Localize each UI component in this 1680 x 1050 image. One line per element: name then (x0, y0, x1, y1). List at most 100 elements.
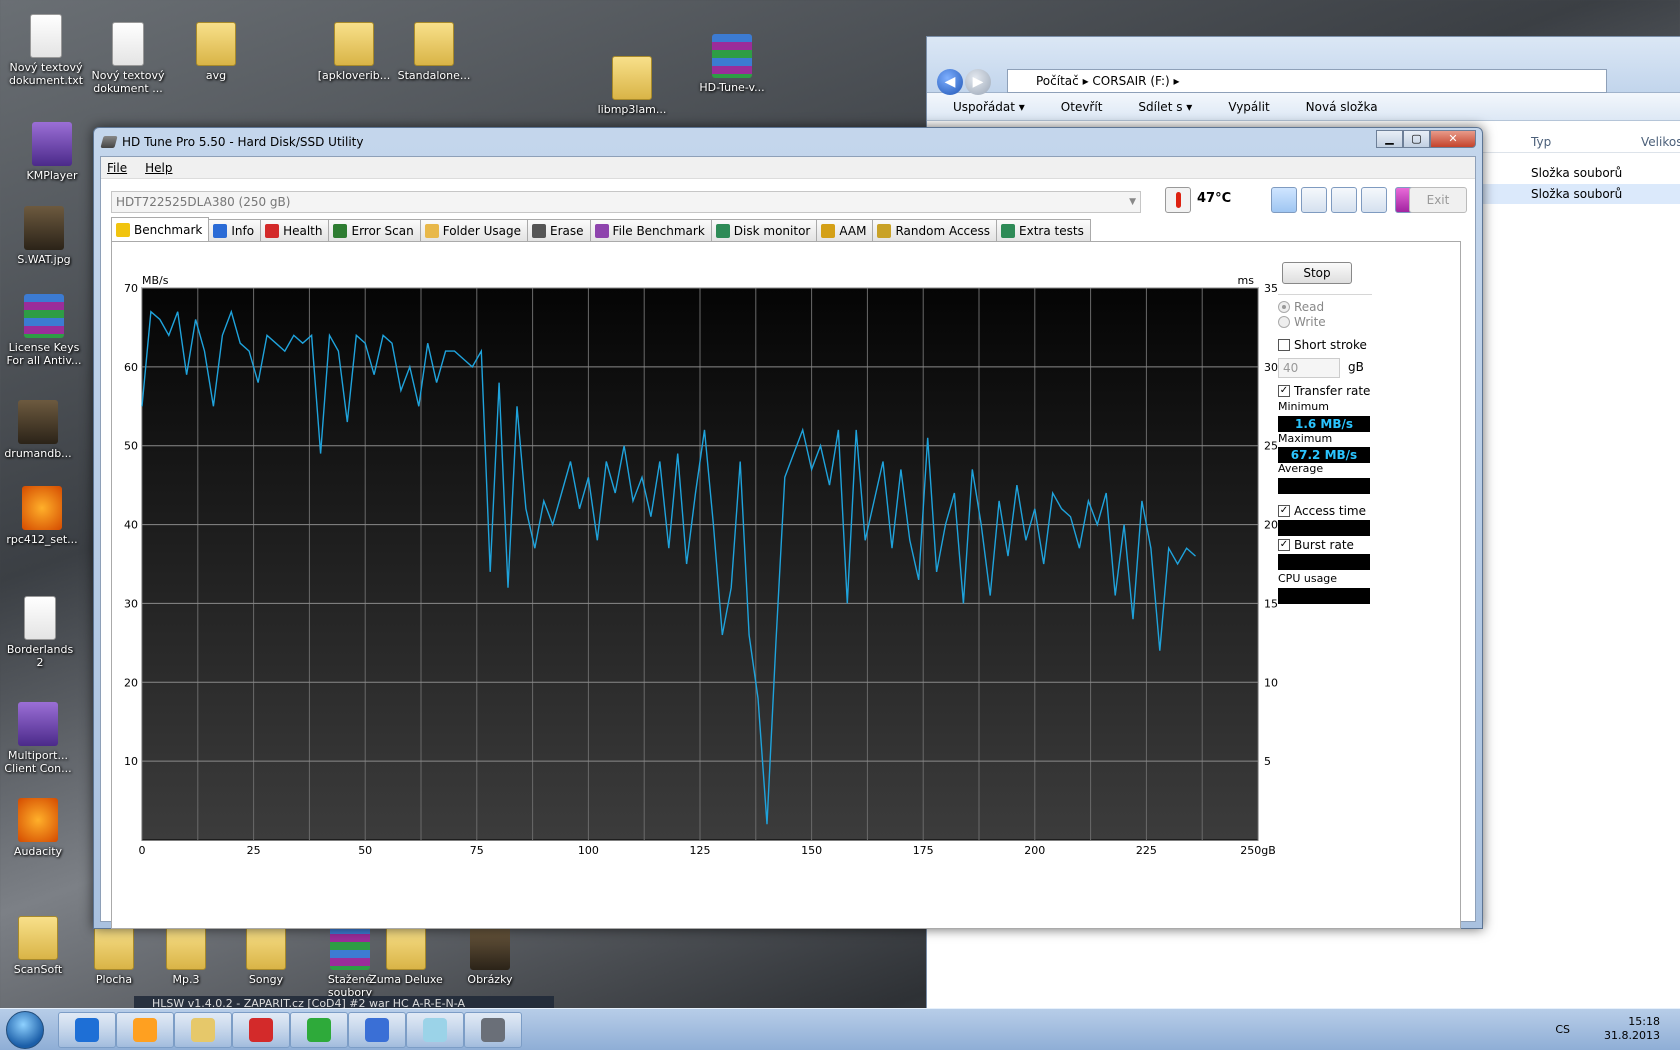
write-label: Write (1294, 315, 1326, 329)
taskbar-media-button[interactable] (116, 1012, 174, 1048)
tab-random-access[interactable]: Random Access (872, 219, 998, 241)
desktop-icon[interactable]: drumandb... (0, 400, 76, 460)
burst-rate-option[interactable]: ✓ Burst rate (1278, 538, 1354, 552)
stop-button[interactable]: Stop (1282, 262, 1352, 284)
y-axis-label: MB/s (142, 274, 169, 287)
address-computer[interactable]: Počítač (1036, 74, 1079, 88)
minimum-label: Minimum (1278, 400, 1329, 413)
maximize-button[interactable]: ▢ (1403, 130, 1430, 148)
tab-erase[interactable]: Erase (527, 219, 591, 241)
open-button[interactable]: Otevřít (1061, 100, 1103, 114)
short-stroke-checkbox[interactable] (1278, 339, 1290, 351)
system-clock[interactable]: 15:18 31.8.2013 (1604, 1015, 1660, 1043)
title-bar[interactable]: HD Tune Pro 5.50 - Hard Disk/SSD Utility… (94, 128, 1482, 156)
stroke-size-input[interactable]: 40 (1278, 358, 1340, 378)
organize-button[interactable]: Uspořádat ▾ (953, 100, 1025, 114)
tab-aam[interactable]: AAM (816, 219, 874, 241)
column-type[interactable]: Typ (1531, 135, 1551, 149)
short-stroke-option[interactable]: Short stroke (1278, 338, 1367, 352)
taskbar-notes-button[interactable] (406, 1012, 464, 1048)
tab-folder-usage[interactable]: Folder Usage (419, 219, 529, 241)
radio-write[interactable] (1278, 316, 1290, 328)
x-tick-label: 25 (247, 844, 261, 857)
close-button[interactable]: ✕ (1430, 130, 1476, 148)
menu-file[interactable]: File (107, 157, 127, 178)
desktop-icon[interactable]: HD-Tune-v... (694, 34, 770, 94)
temperature-value: 47°C (1197, 191, 1232, 206)
desktop-icon[interactable]: Obrázky (452, 926, 528, 986)
column-size[interactable]: Velikost (1641, 135, 1680, 149)
camera-icon[interactable] (1331, 187, 1357, 213)
burn-button[interactable]: Vypálit (1228, 100, 1269, 114)
tab-label: Disk monitor (733, 223, 811, 238)
tab-health[interactable]: Health (260, 219, 330, 241)
radio-read[interactable] (1278, 301, 1290, 313)
tab-disk-monitor[interactable]: Disk monitor (710, 219, 818, 241)
taskbar-chrome-button[interactable] (290, 1012, 348, 1048)
taskbar-explorer-button[interactable] (174, 1012, 232, 1048)
desktop-icon[interactable]: Nový textový dokument.txt (8, 14, 84, 87)
folder-icon (414, 22, 454, 66)
tab-error-scan[interactable]: Error Scan (328, 219, 421, 241)
address-drive[interactable]: CORSAIR (F:) (1092, 74, 1169, 88)
desktop-icon[interactable]: Songy (228, 926, 304, 986)
tab-info[interactable]: Info (208, 219, 262, 241)
taskbar-ie-button[interactable] (58, 1012, 116, 1048)
desktop-icon[interactable]: Nový textový dokument ... (90, 22, 166, 95)
desktop-icon-label: drumandb... (4, 447, 72, 460)
y-right-tick-label: 10 (1264, 676, 1278, 689)
y-right-tick-label: 15 (1264, 597, 1278, 610)
start-button[interactable] (6, 1011, 44, 1049)
address-bar[interactable]: Počítač ▸ CORSAIR (F:) ▸ (1007, 69, 1607, 93)
forward-arrow-icon[interactable]: ▶ (965, 69, 991, 95)
exit-button[interactable]: Exit (1409, 187, 1467, 213)
hdtune-window[interactable]: HD Tune Pro 5.50 - Hard Disk/SSD Utility… (93, 127, 1483, 929)
desktop-icon[interactable]: Standalone... (396, 22, 472, 82)
device-select[interactable]: HDT722525DLA380 (250 gB) ▼ (111, 191, 1141, 213)
tab-extra-tests[interactable]: Extra tests (996, 219, 1091, 241)
notes-icon (423, 1018, 447, 1042)
x-tick-label: 175 (913, 844, 934, 857)
taskbar-hdtune-button[interactable] (464, 1012, 522, 1048)
tab-benchmark[interactable]: Benchmark (111, 217, 210, 241)
minimize-button[interactable]: ▁ (1376, 130, 1403, 148)
burst-rate-checkbox[interactable]: ✓ (1278, 539, 1290, 551)
desktop-icon[interactable]: KMPlayer (14, 122, 90, 182)
write-option[interactable]: Write (1278, 315, 1326, 329)
transfer-rate-checkbox[interactable]: ✓ (1278, 385, 1290, 397)
y-right-tick-label: 20 (1264, 519, 1278, 532)
hlsw-icon (249, 1018, 273, 1042)
back-arrow-icon[interactable]: ◀ (937, 69, 963, 95)
desktop-icon[interactable]: ScanSoft (0, 916, 76, 976)
desktop-icon[interactable]: rpc412_set... (4, 486, 80, 546)
desktop-icon[interactable]: Multiport... Client Con... (0, 702, 76, 775)
desktop-icon[interactable]: Plocha (76, 926, 152, 986)
desktop-icon[interactable]: Zuma Deluxe (368, 926, 444, 986)
short-stroke-label: Short stroke (1294, 338, 1367, 352)
desktop-icon[interactable]: avg (178, 22, 254, 82)
desktop-icon[interactable]: Borderlands 2 (2, 596, 78, 669)
taskbar-hlsw-button[interactable] (232, 1012, 290, 1048)
menu-help[interactable]: Help (145, 157, 172, 178)
access-time-option[interactable]: ✓ Access time (1278, 504, 1366, 518)
language-indicator[interactable]: CS (1555, 1023, 1570, 1036)
desktop-icon[interactable]: libmp3lam... (594, 56, 670, 116)
desktop-icon[interactable]: Audacity (0, 798, 76, 858)
access-time-checkbox[interactable]: ✓ (1278, 505, 1290, 517)
tab-icon (424, 223, 439, 238)
folder-icon (246, 926, 286, 970)
desktop-icon[interactable]: Mp.3 (148, 926, 224, 986)
copy-text-icon[interactable] (1271, 187, 1297, 213)
tab-file-benchmark[interactable]: File Benchmark (589, 219, 712, 241)
desktop-icon[interactable]: S.WAT.jpg (6, 206, 82, 266)
desktop-icon[interactable]: [apkloverib... (316, 22, 392, 82)
options-icon[interactable] (1361, 187, 1387, 213)
tab-icon (333, 223, 348, 238)
read-option[interactable]: Read (1278, 300, 1324, 314)
transfer-rate-option[interactable]: ✓ Transfer rate (1278, 384, 1370, 398)
desktop-icon[interactable]: License Keys For all Antiv... (6, 294, 82, 367)
copy-clipboard-icon[interactable] (1301, 187, 1327, 213)
new-folder-button[interactable]: Nová složka (1306, 100, 1378, 114)
share-button[interactable]: Sdílet s ▾ (1138, 100, 1192, 114)
taskbar-doc-button[interactable] (348, 1012, 406, 1048)
